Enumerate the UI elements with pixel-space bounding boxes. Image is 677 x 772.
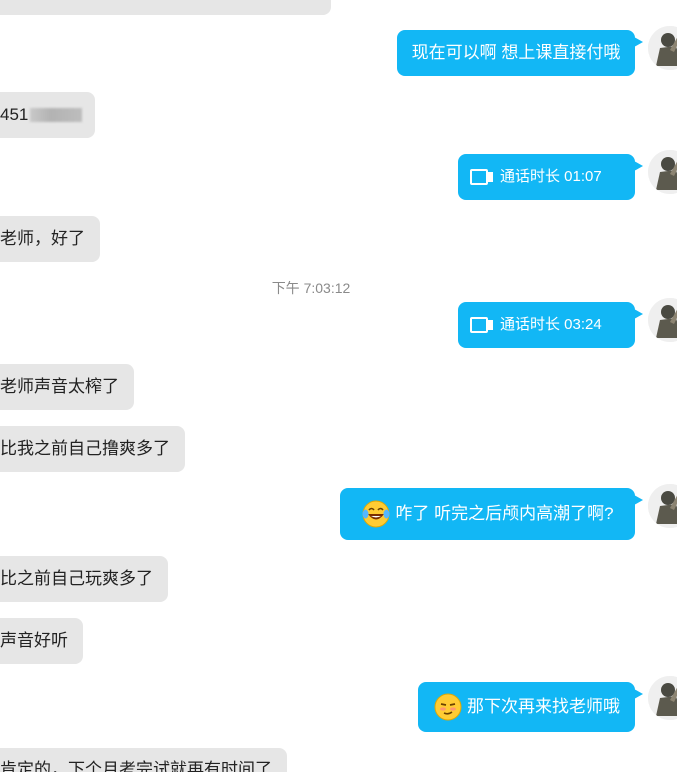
smirk-emoji-icon <box>434 693 462 721</box>
message-text: 老师，好了 <box>0 229 85 248</box>
call-record-bubble[interactable]: 通话时长 01:07 <box>458 154 643 200</box>
message-bubble-incoming: 老师，好了 <box>0 216 100 262</box>
message-text: 比之前自己玩爽多了 <box>0 569 153 588</box>
avatar-image <box>648 150 677 194</box>
message-bubble-incoming <box>0 0 331 15</box>
tears-of-joy-emoji-icon <box>362 500 390 528</box>
message-text: 那下次再来找老师哦 <box>467 697 620 716</box>
avatar[interactable] <box>648 484 677 528</box>
avatar[interactable] <box>648 298 677 342</box>
message-bubble-incoming: 451 <box>0 92 95 138</box>
call-duration: 通话时长 01:07 <box>500 168 602 185</box>
message-text: 451 <box>0 105 29 124</box>
message-bubble-incoming: 老师声音太榨了 <box>0 364 134 410</box>
message-bubble-incoming: 声音好听 <box>0 618 83 664</box>
avatar-image <box>648 484 677 528</box>
message-bubble-incoming: 比之前自己玩爽多了 <box>0 556 168 602</box>
call-record-bubble[interactable]: 通话时长 03:24 <box>458 302 643 348</box>
avatar-image <box>648 676 677 720</box>
avatar-image <box>648 298 677 342</box>
message-text: 比我之前自己撸爽多了 <box>0 439 170 458</box>
chat-window: 现在可以啊 想上课直接付哦 451 通话时长 01:07 老师，好了 下午 7:… <box>0 0 677 772</box>
message-bubble-outgoing: 现在可以啊 想上课直接付哦 <box>397 30 643 76</box>
avatar[interactable] <box>648 150 677 194</box>
message-bubble-incoming: 比我之前自己撸爽多了 <box>0 426 185 472</box>
message-text: 咋了 听完之后颅内高潮了啊? <box>395 504 614 523</box>
message-text: 声音好听 <box>0 631 68 650</box>
message-text: 肯定的，下个月考完试就再有时间了 <box>0 760 272 772</box>
video-call-icon <box>470 317 493 333</box>
call-duration: 通话时长 03:24 <box>500 316 602 333</box>
message-text: 老师声音太榨了 <box>0 377 119 396</box>
timestamp: 下午 7:03:12 <box>271 280 351 296</box>
message-bubble-incoming: 肯定的，下个月考完试就再有时间了 <box>0 748 287 772</box>
video-call-icon <box>470 169 493 185</box>
message-bubble-outgoing: 咋了 听完之后颅内高潮了啊? <box>340 488 643 540</box>
redacted-blur <box>30 108 83 122</box>
avatar[interactable] <box>648 26 677 70</box>
avatar[interactable] <box>648 676 677 720</box>
avatar-image <box>648 26 677 70</box>
message-bubble-outgoing: 那下次再来找老师哦 <box>418 682 643 732</box>
message-text: 现在可以啊 想上课直接付哦 <box>411 43 621 62</box>
